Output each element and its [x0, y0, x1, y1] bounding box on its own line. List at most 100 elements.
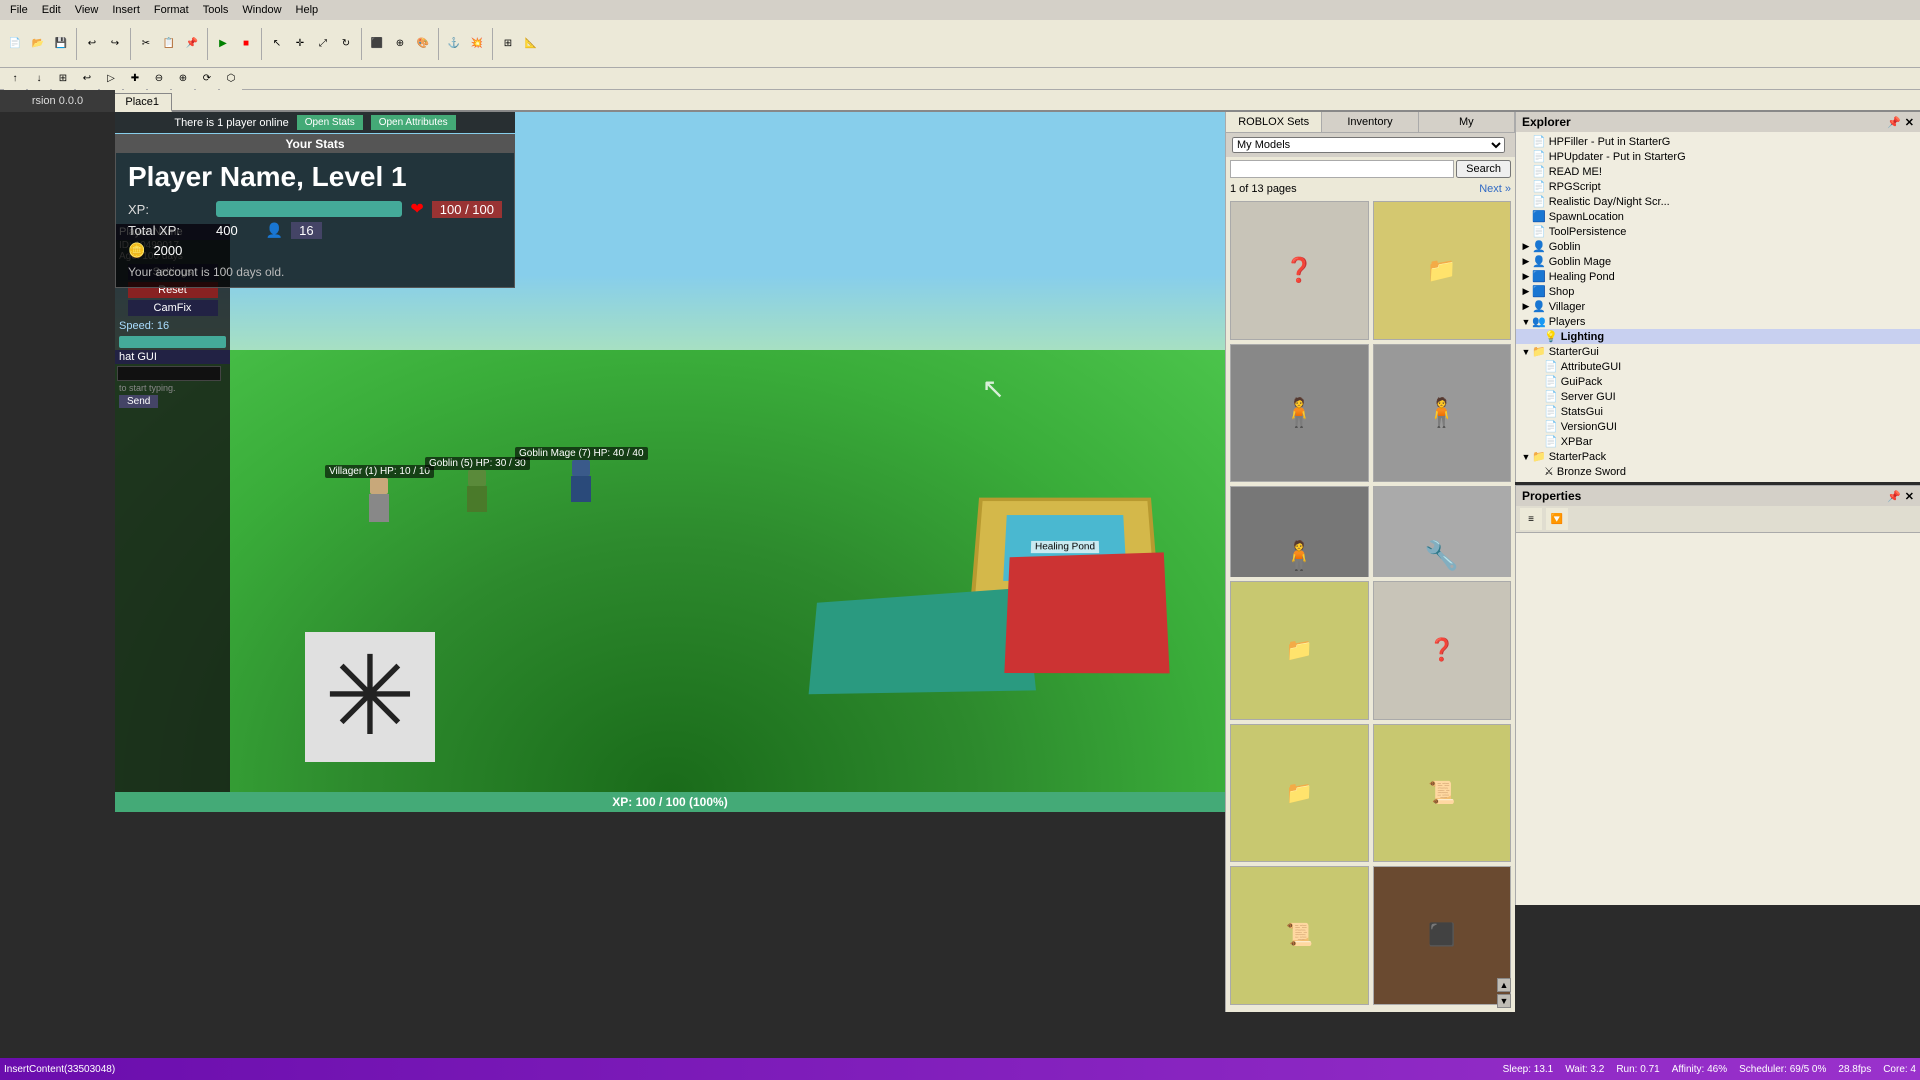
tree-item-23[interactable]: 📄Debns: [1516, 479, 1920, 480]
toolbar2-btn6[interactable]: ✚: [124, 68, 146, 90]
props-sort[interactable]: ≡: [1520, 508, 1542, 530]
tree-toggle[interactable]: ▼: [1520, 347, 1532, 357]
tree-toggle[interactable]: ▶: [1520, 271, 1532, 282]
toolbar-snap[interactable]: 📐: [520, 33, 542, 55]
tab-place[interactable]: Place1: [112, 93, 172, 112]
toolbar-redo[interactable]: ↪: [104, 33, 126, 55]
model-item-13[interactable]: 📜: [1230, 866, 1369, 1005]
send-button[interactable]: Send: [119, 395, 158, 408]
toolbar-anchor[interactable]: ⚓: [443, 33, 465, 55]
tree-toggle[interactable]: ▼: [1520, 317, 1532, 327]
toolbar-select[interactable]: ↖: [266, 33, 288, 55]
my-tab[interactable]: My: [1419, 112, 1515, 132]
model-item-1[interactable]: ❓: [1230, 201, 1369, 340]
roblox-sets-tab[interactable]: ROBLOX Sets: [1226, 112, 1322, 132]
explorer-pin[interactable]: 📌: [1887, 116, 1901, 129]
open-stats-button[interactable]: Open Stats: [297, 115, 363, 130]
tree-item-0[interactable]: 📄HPFiller - Put in StarterG: [1516, 134, 1920, 149]
toolbar2-btn7[interactable]: ⊖: [148, 68, 170, 90]
tree-toggle[interactable]: ▼: [1520, 452, 1532, 462]
tree-item-14[interactable]: ▼📁StarterGui: [1516, 344, 1920, 359]
model-item-12[interactable]: 📜: [1373, 724, 1512, 863]
tree-toggle[interactable]: ▶: [1520, 301, 1532, 312]
tree-item-10[interactable]: ▶🟦Shop: [1516, 284, 1920, 299]
tree-item-20[interactable]: 📄XPBar: [1516, 434, 1920, 449]
tree-item-8[interactable]: ▶👤Goblin Mage: [1516, 254, 1920, 269]
tree-item-1[interactable]: 📄HPUpdater - Put in StarterG: [1516, 149, 1920, 164]
camfix-button[interactable]: CamFix: [128, 300, 218, 316]
toolbar2-btn4[interactable]: ↩: [76, 68, 98, 90]
toolbar-scale[interactable]: ⤢: [312, 33, 334, 55]
scroll-down[interactable]: ▼: [1497, 994, 1511, 1008]
tree-item-17[interactable]: 📄Server GUI: [1516, 389, 1920, 404]
tree-item-2[interactable]: 📄READ ME!: [1516, 164, 1920, 179]
toolbar2-btn2[interactable]: ↓: [28, 68, 50, 90]
menu-file[interactable]: File: [4, 2, 34, 18]
toolbar-stop[interactable]: ■: [235, 33, 257, 55]
explorer-close[interactable]: ✕: [1905, 116, 1914, 129]
toolbar2-btn10[interactable]: ⬡: [220, 68, 242, 90]
toolbar2-btn8[interactable]: ⊕: [172, 68, 194, 90]
tree-item-5[interactable]: 🟦SpawnLocation: [1516, 209, 1920, 224]
toolbar-new[interactable]: 📄: [4, 33, 26, 55]
model-item-2[interactable]: 📁: [1373, 201, 1512, 340]
model-item-4[interactable]: 🧍: [1373, 344, 1512, 483]
toolbar-paste[interactable]: 📌: [181, 33, 203, 55]
tree-item-15[interactable]: 📄AttributeGUI: [1516, 359, 1920, 374]
model-item-5[interactable]: 🧍: [1230, 486, 1369, 577]
toolbar-play[interactable]: ▶: [212, 33, 234, 55]
toolbar-open[interactable]: 📂: [27, 33, 49, 55]
toolbar2-btn3[interactable]: ⊞: [52, 68, 74, 90]
model-item-3[interactable]: 🧍: [1230, 344, 1369, 483]
tree-item-18[interactable]: 📄StatsGui: [1516, 404, 1920, 419]
tree-item-3[interactable]: 📄RPGScript: [1516, 179, 1920, 194]
props-filter[interactable]: 🔽: [1546, 508, 1568, 530]
tree-toggle[interactable]: ▶: [1520, 256, 1532, 267]
tree-toggle[interactable]: ▶: [1520, 241, 1532, 252]
toolbar-material[interactable]: 🎨: [412, 33, 434, 55]
toolbar-cut[interactable]: ✂: [135, 33, 157, 55]
properties-pin[interactable]: 📌: [1887, 490, 1901, 503]
search-button[interactable]: Search: [1456, 160, 1511, 178]
tree-item-6[interactable]: 📄ToolPersistence: [1516, 224, 1920, 239]
tree-item-9[interactable]: ▶🟦Healing Pond: [1516, 269, 1920, 284]
tree-item-4[interactable]: 📄Realistic Day/Night Scr...: [1516, 194, 1920, 209]
toolbar-save[interactable]: 💾: [50, 33, 72, 55]
toolbar2-btn5[interactable]: ▷: [100, 68, 122, 90]
tree-item-16[interactable]: 📄GuiPack: [1516, 374, 1920, 389]
toolbar-part[interactable]: ⬛: [366, 33, 388, 55]
menu-tools[interactable]: Tools: [197, 2, 235, 18]
chat-input[interactable]: [117, 366, 221, 381]
scroll-up[interactable]: ▲: [1497, 978, 1511, 992]
menu-edit[interactable]: Edit: [36, 2, 67, 18]
toolbar-collision[interactable]: 💥: [466, 33, 488, 55]
tree-item-12[interactable]: ▼👥Players: [1516, 314, 1920, 329]
menu-format[interactable]: Format: [148, 2, 195, 18]
toolbar-move[interactable]: ✛: [289, 33, 311, 55]
toolbar-copy[interactable]: 📋: [158, 33, 180, 55]
model-item-6[interactable]: 🔧: [1373, 486, 1512, 577]
tree-item-19[interactable]: 📄VersionGUI: [1516, 419, 1920, 434]
next-btn[interactable]: Next »: [1479, 183, 1511, 195]
toolbar-union[interactable]: ⊕: [389, 33, 411, 55]
menu-window[interactable]: Window: [236, 2, 287, 18]
menu-help[interactable]: Help: [290, 2, 325, 18]
toolbar-rotate[interactable]: ↻: [335, 33, 357, 55]
model-dropdown[interactable]: My Models: [1232, 137, 1505, 153]
menu-view[interactable]: View: [69, 2, 105, 18]
toolbar2-btn1[interactable]: ↑: [4, 68, 26, 90]
tree-item-13[interactable]: 💡Lighting: [1516, 329, 1920, 344]
tree-toggle[interactable]: ▶: [1520, 286, 1532, 297]
toolbar2-btn9[interactable]: ⟳: [196, 68, 218, 90]
tree-item-11[interactable]: ▶👤Villager: [1516, 299, 1920, 314]
toolbar-grid[interactable]: ⊞: [497, 33, 519, 55]
tree-item-21[interactable]: ▼📁StarterPack: [1516, 449, 1920, 464]
tree-item-22[interactable]: ⚔Bronze Sword: [1516, 464, 1920, 479]
model-item-14[interactable]: ⬛: [1373, 866, 1512, 1005]
search-input[interactable]: [1230, 160, 1454, 178]
open-attributes-button[interactable]: Open Attributes: [371, 115, 456, 130]
properties-close[interactable]: ✕: [1905, 490, 1914, 503]
model-item-10[interactable]: ❓: [1373, 581, 1512, 720]
tree-item-7[interactable]: ▶👤Goblin: [1516, 239, 1920, 254]
model-item-11[interactable]: 📁: [1230, 724, 1369, 863]
